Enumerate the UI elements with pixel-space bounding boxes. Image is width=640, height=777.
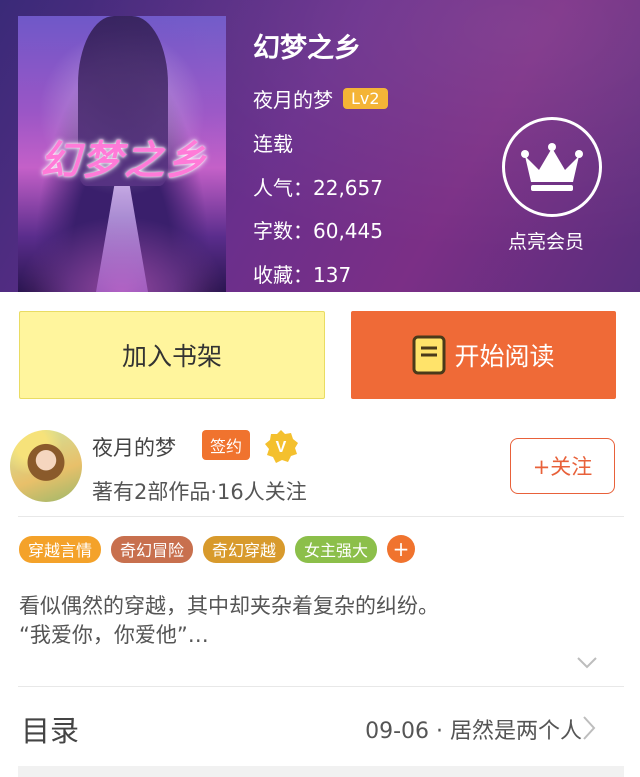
cover-tree-art [78,16,168,186]
book-description[interactable]: 看似偶然的穿越，其中却夹杂着复杂的纠纷。 “我爱你，你爱他”… [19,592,619,650]
book-cover[interactable]: 幻梦之乡 [18,16,226,292]
cover-glow [18,216,226,292]
toc-label[interactable]: 目录 [21,708,79,750]
cover-title-text: 幻梦之乡 [40,138,208,184]
vip-button[interactable] [502,117,602,217]
divider [18,686,624,687]
book-status: 连载 [253,132,293,156]
book-word-count: 字数：60,445 [253,219,383,243]
svg-text:V: V [276,439,287,456]
cover-bridge-art [96,186,148,292]
book-header: 幻梦之乡 幻梦之乡 夜月的梦 Lv2 连载 人气：22,657 字数：60,44… [0,0,640,292]
author-avatar[interactable] [10,430,82,502]
bottom-section-edge [18,766,624,777]
description-line: “我爱你，你爱他”… [19,623,209,647]
author-name[interactable]: 夜月的梦 [92,432,176,462]
author-stats: 著有2部作品·16人关注 [92,480,307,504]
level-badge: Lv2 [343,88,388,109]
crown-icon [521,143,583,191]
vip-label[interactable]: 点亮会员 [508,227,584,254]
tag-chip[interactable]: 奇幻冒险 [111,535,194,563]
description-line: 看似偶然的穿越，其中却夹杂着复杂的纠纷。 [19,594,439,618]
latest-chapter[interactable]: 09-06 · 居然是两个人 [365,713,582,745]
chevron-right-icon[interactable] [582,715,596,741]
header-author[interactable]: 夜月的梦 Lv2 [253,84,388,113]
signed-badge: 签约 [202,430,251,460]
chevron-down-icon[interactable] [576,656,598,670]
follow-button[interactable]: +关注 [510,438,615,494]
header-author-name[interactable]: 夜月的梦 [253,84,333,113]
book-title: 幻梦之乡 [253,33,361,64]
book-favorites: 收藏：137 [253,263,352,287]
book-popularity: 人气：22,657 [253,176,383,200]
tag-chip[interactable]: 奇幻穿越 [203,535,286,563]
add-to-shelf-label: 加入书架 [121,342,222,371]
tag-chip[interactable]: 穿越言情 [19,535,102,563]
more-tags-button[interactable]: + [387,535,416,563]
start-reading-button[interactable]: 开始阅读 [351,311,616,399]
add-to-shelf-button[interactable]: 加入书架 [19,311,325,399]
verified-v-icon: V [265,430,298,463]
book-icon [412,335,446,375]
start-reading-label: 开始阅读 [454,342,555,371]
tag-list: 穿越言情 奇幻冒险 奇幻穿越 女主强大 + [19,535,416,563]
divider [18,516,624,517]
tag-chip[interactable]: 女主强大 [295,535,378,563]
